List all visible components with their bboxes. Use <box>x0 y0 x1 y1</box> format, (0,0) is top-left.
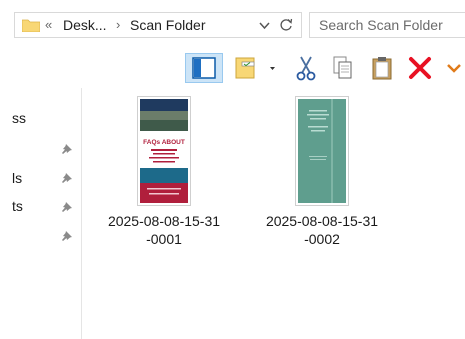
folder-icon <box>22 19 40 32</box>
file-name[interactable]: 2025-08-08-15-31 -0001 <box>96 212 232 248</box>
properties-dropdown[interactable] <box>262 53 282 83</box>
scissors-icon <box>296 56 316 81</box>
chevron-down-icon[interactable] <box>258 19 271 32</box>
file-name[interactable]: 2025-08-08-15-31 -0002 <box>254 212 390 248</box>
pin-icon[interactable] <box>61 201 73 213</box>
more-button[interactable] <box>442 53 465 83</box>
cut-button[interactable] <box>293 53 319 83</box>
file-thumbnail <box>295 96 349 206</box>
file-item[interactable]: 2025-08-08-15-31 -0002 <box>254 96 390 256</box>
caret-down-icon <box>270 67 275 70</box>
pin-icon[interactable] <box>61 143 73 155</box>
nav-item-label[interactable]: ss <box>12 110 26 126</box>
preview-pane-button[interactable] <box>185 53 223 83</box>
thumbnail-title: FAQs ABOUT <box>143 139 185 146</box>
file-thumbnail: FAQs ABOUT <box>137 96 191 206</box>
properties-button[interactable] <box>231 53 261 83</box>
breadcrumb-separator[interactable]: › <box>116 17 120 32</box>
refresh-icon[interactable] <box>278 17 294 33</box>
address-bar[interactable]: « Desk... › Scan Folder <box>14 12 302 38</box>
chevron-down-icon <box>447 64 461 73</box>
clipboard-icon <box>372 57 392 80</box>
breadcrumb-overflow[interactable]: « <box>45 17 52 32</box>
breadcrumb-scan-folder[interactable]: Scan Folder <box>130 17 205 33</box>
file-list: FAQs ABOUT 2025-08-08-15-31 -0001 2025-0… <box>82 88 465 339</box>
navigation-pane: ss ls ts <box>0 88 82 339</box>
breadcrumb-desktop[interactable]: Desk... <box>63 17 107 33</box>
pin-icon[interactable] <box>61 172 73 184</box>
copy-icon <box>333 56 352 79</box>
properties-icon <box>235 57 255 79</box>
search-input[interactable] <box>310 13 460 37</box>
toolbar <box>0 50 465 88</box>
nav-item-label[interactable]: ts <box>12 198 23 214</box>
address-row: « Desk... › Scan Folder <box>0 0 465 50</box>
search-box[interactable] <box>309 12 465 38</box>
paste-button[interactable] <box>369 53 395 83</box>
preview-pane-icon <box>192 57 216 79</box>
delete-button[interactable] <box>407 53 433 83</box>
file-item[interactable]: FAQs ABOUT 2025-08-08-15-31 -0001 <box>96 96 232 256</box>
delete-x-icon <box>409 57 431 79</box>
pin-icon[interactable] <box>61 230 73 242</box>
nav-item-label[interactable]: ls <box>12 170 22 186</box>
copy-button[interactable] <box>330 53 356 83</box>
